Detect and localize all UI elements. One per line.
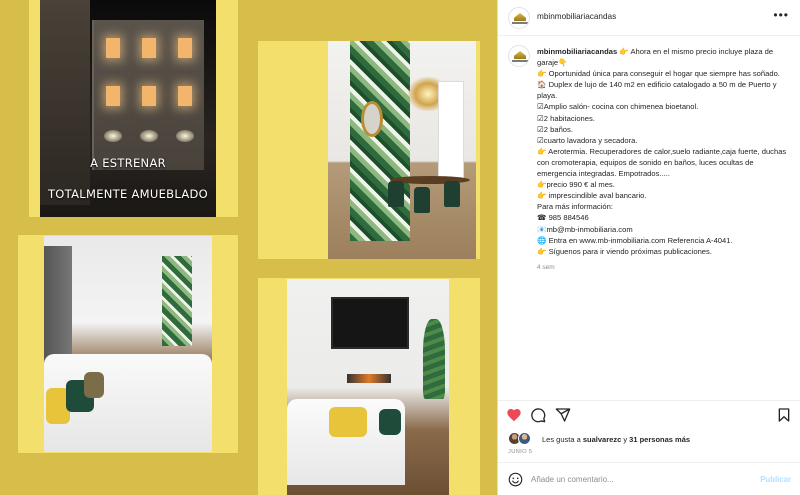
comment-bar: Publicar [498,462,800,495]
caption-username-link[interactable]: mbinmobiliariacandas [537,47,617,56]
caption-line: Para más información: [537,202,613,212]
facade-light [140,130,158,142]
photo-tv-room [287,279,449,495]
caption-line: 👉 imprescindible aval bancario. [537,191,647,201]
caption-line: ☑2 habitaciones. [537,113,595,123]
facade-light [104,130,122,142]
gold-mirror [361,101,383,137]
liker-username-link[interactable]: sualvarezc [583,435,621,444]
logo-wordmark [512,60,528,62]
photo-living-room [44,236,212,452]
post-sidebar: mbinmobiliariacandas ••• mbinmobiliariac… [497,0,800,495]
caption-section: mbinmobiliariacandas 👉 Ahora en el mismo… [498,37,800,397]
action-bar [498,400,800,428]
window [106,38,120,58]
building-tower [40,0,90,205]
time-ago: 4 sem [537,263,555,271]
tropical-wallpaper [162,256,192,346]
caption-line: ☑cuarto lavadora y secadora. [537,135,638,145]
header-username-link[interactable]: mbinmobiliariacandas [537,12,616,21]
window [178,86,192,106]
photo-dining-room [328,41,476,259]
caption-line: ☎ 985 884546 [537,213,589,223]
post-media[interactable]: A ESTRENAR TOTALMENTE AMUEBLADO [0,0,497,495]
post-header: mbinmobiliariacandas ••• [498,0,800,36]
wall-tv [331,297,409,349]
liker-avatar [518,432,531,445]
comment-icon[interactable] [530,407,546,423]
caption-line: 👉 Aerotermia. Recuperadores de calor,sue… [537,146,787,179]
building-facade [92,20,204,170]
likes-middle: y [621,435,630,444]
window [106,86,120,106]
caption-line: 👉precio 990 € al mes. [537,180,615,190]
cushion [379,409,401,435]
logo-wordmark [512,22,528,24]
comment-input[interactable] [531,471,751,488]
caption-line: 📧mb@mb-inmobiliaria.com [537,224,633,234]
heart-filled-icon[interactable] [506,407,522,423]
tropical-wallpaper [350,41,410,241]
caption-text: mbinmobiliariacandas 👉 Ahora en el mismo… [537,46,793,273]
green-chair [414,187,430,213]
cushion [84,372,104,398]
share-icon[interactable] [555,407,571,423]
window [142,38,156,58]
likes-others-link[interactable]: 31 personas más [629,435,690,444]
white-sofa [287,399,405,485]
photo-caption-a-estrenar: A ESTRENAR [90,156,166,170]
green-chair [388,181,404,207]
white-sofa [44,354,212,452]
emoji-icon[interactable] [508,472,523,487]
caption-line: mbinmobiliariacandas 👉 Ahora en el mismo… [537,46,793,68]
logo-icon [514,13,526,21]
logo-icon [514,51,526,59]
caption-line: ☑Amplio salón- cocina con chimenea bioet… [537,102,699,112]
caption-line: 👉 Oportunidad única para conseguir el ho… [537,69,780,79]
likes-text: Les gusta a sualvarezc y 31 personas más [542,435,690,444]
green-chair [444,181,460,207]
photo-building-night: A ESTRENAR TOTALMENTE AMUEBLADO [40,0,216,217]
white-door [438,81,464,181]
potted-plant [423,319,445,399]
photo-caption-amueblado: TOTALMENTE AMUEBLADO [47,187,209,201]
window [178,38,192,58]
cushion [329,407,367,437]
more-options-icon[interactable]: ••• [773,8,789,22]
window [142,86,156,106]
caption-line: 🌐 Entra en www.mb-inmobiliaria.com Refer… [537,235,733,245]
post-comment-button[interactable]: Publicar [760,475,791,484]
caption-line: 🏠 Duplex de lujo de 140 m2 en edificio c… [537,80,777,101]
avatar[interactable] [508,45,530,67]
post-date: JUNIO 5 [508,449,533,455]
bookmark-icon[interactable] [776,407,792,423]
avatar[interactable] [508,7,530,29]
bioethanol-fireplace [347,374,391,383]
likes-prefix: Les gusta a [542,435,583,444]
caption-line: ☑2 baños. [537,124,573,134]
facade-light [176,130,194,142]
caption-line: 👉 Síguenos para ir viendo próximas publi… [537,246,712,256]
